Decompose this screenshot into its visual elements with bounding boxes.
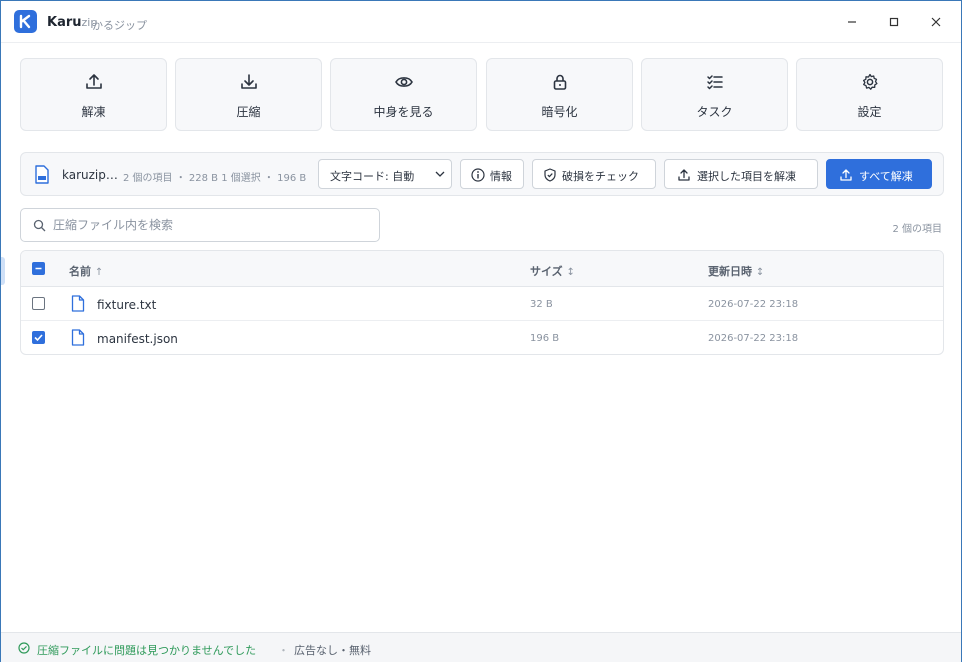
info-icon: [471, 168, 485, 182]
search-input[interactable]: [53, 215, 363, 235]
tile-label: 圧縮: [236, 105, 261, 119]
chevron-down-icon: [435, 171, 445, 177]
close-icon: [931, 17, 941, 27]
encoding-value: 文字コード: 自動: [330, 170, 415, 183]
app-logo: [14, 10, 37, 33]
indeterminate-icon: [35, 267, 42, 270]
info-button[interactable]: 情報: [460, 159, 524, 189]
archive-meta: 2 個の項目 ・ 228 B 1 個選択 ・ 196 B: [123, 173, 307, 184]
selection-indicator: [1, 257, 5, 285]
file-icon: [71, 329, 85, 346]
encoding-select[interactable]: 文字コード: 自動: [318, 159, 452, 189]
table-row[interactable]: manifest.json 196 B 2026-07-22 23:18: [21, 321, 943, 354]
upload-icon: [678, 169, 690, 181]
file-table: 名前 ↑ サイズ ↕ 更新日時 ↕ fixture.txt 32 B 2026-…: [20, 250, 944, 355]
download-icon: [241, 74, 257, 89]
checkmark-icon: [34, 334, 43, 342]
sort-icon: ↕: [755, 267, 765, 278]
row-checkbox[interactable]: [32, 297, 45, 310]
upload-icon: [840, 169, 852, 181]
archive-file-icon: [35, 165, 49, 184]
list-check-icon: [707, 75, 723, 90]
tasks-tile[interactable]: タスク: [641, 58, 788, 131]
table-row[interactable]: fixture.txt 32 B 2026-07-22 23:18: [21, 287, 943, 321]
table-header: 名前 ↑ サイズ ↕ 更新日時 ↕: [21, 251, 943, 287]
tile-label: 暗号化: [541, 105, 578, 119]
shield-check-icon: [544, 168, 556, 182]
tile-label: 中身を見る: [373, 105, 434, 119]
logo-k-icon: [19, 14, 31, 29]
app-window: Karuzip かるジップ 解凍 圧縮 中身を見る 暗号化 タスク 設定 kar…: [0, 0, 962, 662]
item-count: 2 個の項目: [892, 224, 942, 235]
row-checkbox[interactable]: [32, 331, 45, 344]
maximize-icon: [889, 17, 899, 27]
settings-tile[interactable]: 設定: [796, 58, 943, 131]
search-box[interactable]: [20, 208, 380, 242]
close-button[interactable]: [925, 11, 947, 33]
app-subtitle: かるジップ: [92, 19, 147, 32]
extract-all-label: すべて解凍: [859, 170, 913, 183]
extract-selected-label: 選択した項目を解凍: [697, 170, 796, 183]
status-bar: 圧縮ファイルに問題は見つかりませんでした ・ 広告なし・無料: [1, 632, 961, 662]
file-size: 196 B: [530, 333, 560, 344]
file-name: manifest.json: [97, 332, 178, 346]
file-name: fixture.txt: [97, 298, 157, 312]
column-name[interactable]: 名前 ↑: [69, 263, 103, 279]
check-integrity-button[interactable]: 破損をチェック: [532, 159, 656, 189]
lock-icon: [553, 74, 567, 90]
tile-label: 解凍: [81, 105, 106, 119]
extract-tile[interactable]: 解凍: [20, 58, 167, 131]
title-bar[interactable]: Karuzip かるジップ: [1, 1, 961, 43]
select-all-checkbox[interactable]: [32, 262, 45, 275]
file-modified: 2026-07-22 23:18: [708, 299, 799, 310]
app-title: Karuzip: [47, 15, 98, 30]
compress-tile[interactable]: 圧縮: [175, 58, 322, 131]
status-message: 圧縮ファイルに問題は見つかりませんでした: [37, 644, 257, 657]
file-icon: [71, 295, 85, 312]
column-modified[interactable]: 更新日時 ↕: [708, 263, 764, 279]
upload-icon: [86, 74, 102, 89]
sort-asc-icon: ↑: [94, 267, 104, 278]
file-modified: 2026-07-22 23:18: [708, 333, 799, 344]
extract-all-button[interactable]: すべて解凍: [826, 159, 932, 189]
file-size: 32 B: [530, 299, 553, 310]
archive-name: karuzip…: [62, 168, 118, 182]
minimize-button[interactable]: [841, 11, 863, 33]
tile-label: 設定: [857, 105, 882, 119]
info-label: 情報: [490, 170, 512, 183]
ad-free-label: 広告なし・無料: [294, 644, 371, 657]
view-contents-tile[interactable]: 中身を見る: [330, 58, 477, 131]
extract-selected-button[interactable]: 選択した項目を解凍: [664, 159, 818, 189]
minimize-icon: [848, 21, 856, 23]
eye-icon: [395, 77, 413, 87]
archive-info-bar: karuzip… 2 個の項目 ・ 228 B 1 個選択 ・ 196 B 文字…: [20, 152, 944, 196]
sort-icon: ↕: [566, 267, 575, 278]
gear-icon: [862, 73, 878, 90]
search-icon: [33, 219, 46, 232]
status-separator: ・: [278, 644, 289, 657]
column-size[interactable]: サイズ ↕: [530, 263, 575, 279]
tile-label: タスク: [696, 105, 733, 119]
check-circle-icon: [18, 642, 30, 654]
maximize-button[interactable]: [883, 11, 905, 33]
check-integrity-label: 破損をチェック: [562, 170, 639, 183]
action-toolbar: 解凍 圧縮 中身を見る 暗号化 タスク 設定: [20, 58, 944, 131]
encrypt-tile[interactable]: 暗号化: [486, 58, 633, 131]
